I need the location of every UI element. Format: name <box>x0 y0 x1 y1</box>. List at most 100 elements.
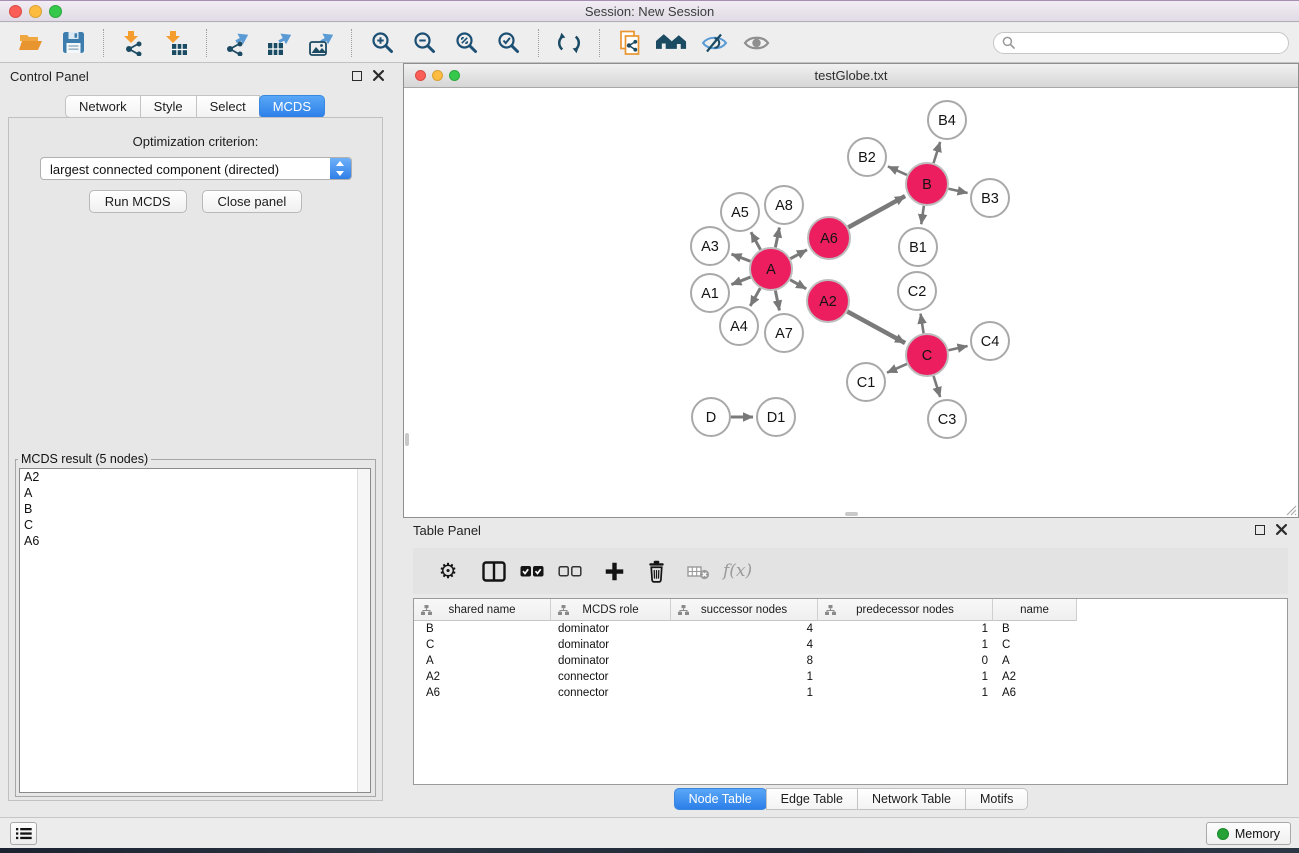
clone-network-icon <box>618 30 643 56</box>
export-table-button[interactable] <box>263 27 295 59</box>
create-column-button[interactable] <box>595 561 633 582</box>
home-view-button[interactable] <box>656 27 688 59</box>
graph-edge-C-C1[interactable] <box>887 364 907 373</box>
close-panel-icon[interactable] <box>373 70 384 81</box>
memory-button[interactable]: Memory <box>1206 822 1291 845</box>
export-network-icon <box>224 30 250 56</box>
table-panel-title: Table Panel <box>413 523 481 538</box>
tab-edge-table[interactable]: Edge Table <box>766 788 858 810</box>
close-panel-button[interactable]: Close panel <box>202 190 303 213</box>
clone-network-button[interactable] <box>614 27 646 59</box>
zoom-in-button[interactable] <box>366 27 398 59</box>
tab-motifs[interactable]: Motifs <box>965 788 1028 810</box>
table-cell: dominator <box>551 655 671 667</box>
tab-network[interactable]: Network <box>65 95 141 118</box>
delete-column-button[interactable] <box>637 560 675 583</box>
open-session-button[interactable] <box>15 27 47 59</box>
result-scrollbar[interactable] <box>357 469 370 792</box>
show-columns-button[interactable] <box>475 561 513 582</box>
function-builder-button[interactable]: f(x) <box>723 561 752 581</box>
result-item[interactable]: A <box>20 485 370 501</box>
trash-icon <box>646 560 667 583</box>
graph-edge-A6-B[interactable] <box>848 196 905 227</box>
float-panel-icon[interactable] <box>352 71 362 81</box>
zoom-out-button[interactable] <box>408 27 440 59</box>
network-canvas[interactable]: B4B2BB3A8A5A6A3B1AC2A1A2A4A7C4CC1DD1C3 <box>404 88 1298 517</box>
column-header-mcds-role[interactable]: MCDS role <box>551 599 671 621</box>
select-all-button[interactable] <box>513 564 551 579</box>
table-row[interactable]: Bdominator41B <box>414 621 1287 637</box>
result-item[interactable]: C <box>20 517 370 533</box>
show-eye-button[interactable] <box>740 27 772 59</box>
attribute-icon <box>558 605 569 615</box>
graph-edge-A-A6[interactable] <box>790 250 807 259</box>
resize-grip[interactable] <box>1284 503 1297 516</box>
graph-edge-A2-C[interactable] <box>847 312 905 343</box>
result-item[interactable]: A6 <box>20 533 370 549</box>
graph-edge-C-C4[interactable] <box>948 346 967 350</box>
mcds-result-title: MCDS result (5 nodes) <box>18 452 151 466</box>
column-header-shared-name[interactable]: shared name <box>414 599 551 621</box>
float-panel-icon[interactable] <box>1255 525 1265 535</box>
zoom-selected-button[interactable] <box>492 27 524 59</box>
table-settings-button[interactable]: ⚙ <box>429 561 467 582</box>
column-header-predecessor-nodes[interactable]: predecessor nodes <box>818 599 993 621</box>
import-network-button[interactable] <box>118 27 150 59</box>
graph-edge-B-B4[interactable] <box>934 142 941 163</box>
network-hscroll-thumb[interactable] <box>845 512 858 516</box>
graph-edge-B-B1[interactable] <box>921 206 924 224</box>
table-row[interactable]: A6connector11A6 <box>414 685 1287 701</box>
graph-edge-A-A1[interactable] <box>731 277 750 285</box>
export-network-button[interactable] <box>221 27 253 59</box>
result-item[interactable]: B <box>20 501 370 517</box>
table-cell: connector <box>551 687 671 699</box>
graph-edge-A-A7[interactable] <box>775 291 779 311</box>
open-folder-icon <box>18 31 44 55</box>
tab-node-table[interactable]: Node Table <box>674 788 767 810</box>
search-field[interactable] <box>993 32 1289 54</box>
graph-edge-B-B3[interactable] <box>948 189 967 193</box>
task-history-button[interactable] <box>10 822 37 845</box>
toolbar-separator <box>103 29 104 57</box>
tab-network-table[interactable]: Network Table <box>857 788 966 810</box>
table-cell: 1 <box>671 671 818 683</box>
search-input[interactable] <box>1020 36 1280 50</box>
graph-node-label: B1 <box>909 240 927 256</box>
tab-select[interactable]: Select <box>196 95 260 118</box>
zoom-fit-button[interactable] <box>450 27 482 59</box>
tab-mcds[interactable]: MCDS <box>259 95 325 118</box>
save-session-button[interactable] <box>57 27 89 59</box>
graph-node-label: A <box>766 262 776 278</box>
delete-table-button[interactable] <box>679 563 717 580</box>
graph-edge-A-A3[interactable] <box>732 254 751 261</box>
graph-node-label: C4 <box>981 334 1000 350</box>
tab-style[interactable]: Style <box>140 95 197 118</box>
graph-edge-C-C2[interactable] <box>921 314 924 334</box>
criterion-dropdown[interactable]: largest connected component (directed) <box>40 157 352 180</box>
column-header-successor-nodes[interactable]: successor nodes <box>671 599 818 621</box>
import-table-button[interactable] <box>160 27 192 59</box>
deselect-all-button[interactable] <box>551 564 589 579</box>
export-image-button[interactable] <box>305 27 337 59</box>
refresh-button[interactable] <box>553 27 585 59</box>
network-vscroll-thumb[interactable] <box>405 433 409 446</box>
graph-edge-A-A2[interactable] <box>790 280 806 289</box>
graph-edge-A-A5[interactable] <box>751 232 761 249</box>
result-item[interactable]: A2 <box>20 469 370 485</box>
hide-glasses-button[interactable] <box>698 27 730 59</box>
graph-edge-A-A4[interactable] <box>750 288 760 306</box>
graph-edge-B-B2[interactable] <box>888 166 907 175</box>
run-mcds-button[interactable]: Run MCDS <box>89 190 187 213</box>
table-row[interactable]: Adominator80A <box>414 653 1287 669</box>
graph-edge-C-C3[interactable] <box>934 376 941 397</box>
window-title: Session: New Session <box>0 4 1299 19</box>
dropdown-stepper-icon[interactable] <box>330 158 351 179</box>
graph-edge-A-A8[interactable] <box>775 228 779 248</box>
desktop-background <box>0 848 1299 853</box>
table-row[interactable]: Cdominator41C <box>414 637 1287 653</box>
unchecked-boxes-icon <box>558 564 582 579</box>
column-header-name[interactable]: name <box>993 599 1077 621</box>
close-panel-icon[interactable] <box>1276 524 1287 535</box>
mcds-result-list[interactable]: A2 A B C A6 <box>19 468 371 793</box>
table-row[interactable]: A2connector11A2 <box>414 669 1287 685</box>
